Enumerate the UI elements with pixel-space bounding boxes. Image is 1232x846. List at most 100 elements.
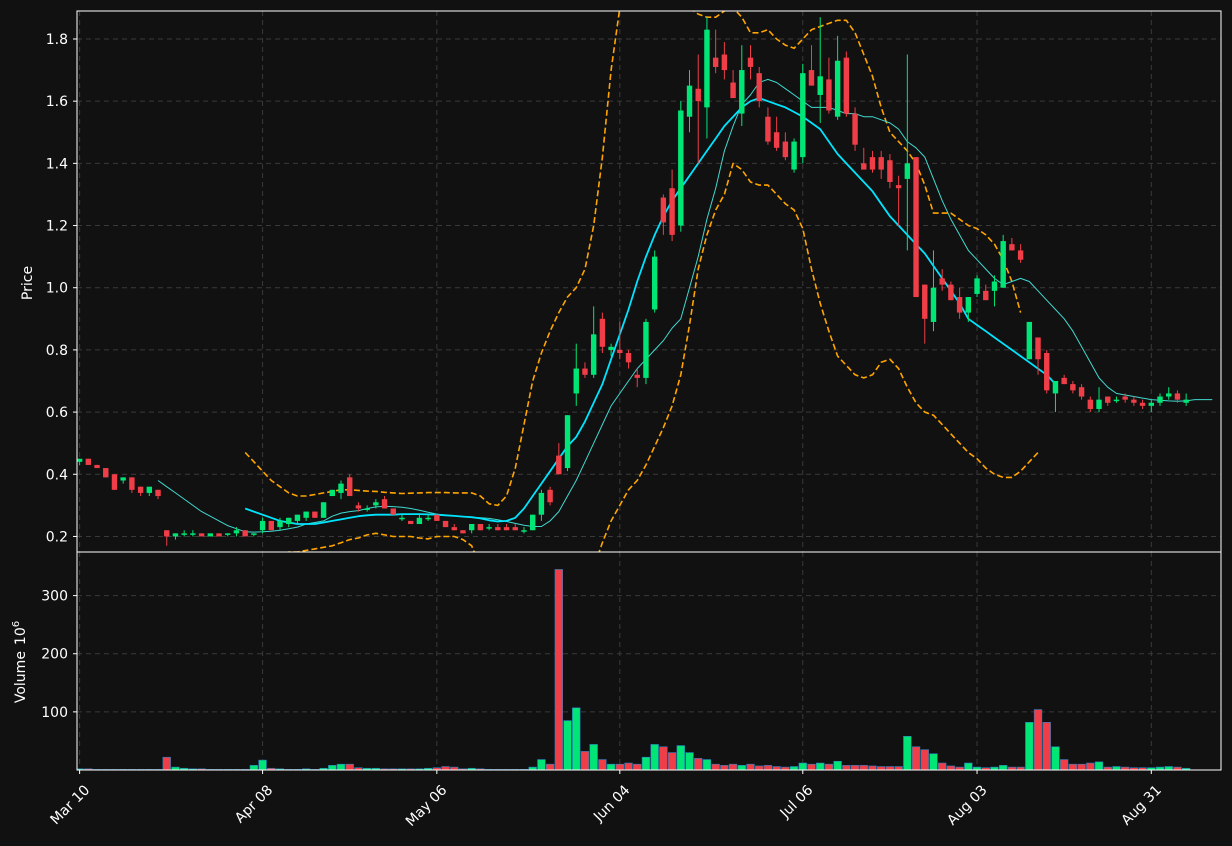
volume-bar [746, 763, 755, 770]
candle-body [347, 477, 353, 497]
volume-bar [877, 766, 886, 770]
candle-body [1009, 244, 1015, 251]
volume-bar [885, 766, 895, 770]
candle-body [922, 284, 928, 319]
candle-body [468, 524, 475, 531]
candle-body [625, 353, 632, 363]
candle-body [974, 278, 980, 294]
volume-bar [755, 765, 764, 770]
candle-body [111, 474, 118, 490]
volume-bar [441, 766, 450, 770]
candle-body [948, 284, 954, 301]
candle-body [137, 486, 144, 493]
candle-body [381, 499, 388, 509]
candle-body [582, 368, 588, 375]
candle-body [965, 297, 972, 313]
candle-body [320, 502, 327, 518]
stock-chart: 0.2 0.4 0.6 0.8 1.0 1.2 1.4 1.6 1.8 100 200 300 Ma… [0, 0, 1232, 842]
price-tick-label: 1.2 [46, 219, 68, 235]
candle-body [895, 185, 902, 189]
candle-body [503, 527, 510, 531]
volume-bar [833, 760, 842, 770]
candle-body [495, 527, 501, 531]
candle-body [834, 60, 841, 117]
candle-body [1070, 384, 1076, 391]
candle-body [1174, 393, 1181, 400]
candle-body [77, 458, 83, 462]
candle-body [434, 514, 440, 521]
candle-body [1044, 353, 1050, 391]
volume-bar [676, 745, 685, 770]
volume-bar [650, 744, 659, 770]
volume-bar [789, 766, 799, 770]
volume-bar [929, 753, 938, 770]
volume-bar [911, 746, 921, 770]
volume-bar [545, 763, 555, 770]
volume-bar [249, 765, 259, 770]
volume-bar [964, 762, 973, 770]
volume-axis-label-text: Volume [13, 651, 29, 703]
candle-body [573, 368, 579, 394]
chart-canvas: 0.20.40.60.81.01.21.41.61.8 100200300 Ma… [0, 0, 1232, 842]
candle-body [1122, 396, 1128, 400]
volume-axis-label: Volume 106 [11, 621, 29, 703]
candle-body [146, 486, 153, 493]
candle-body [259, 520, 266, 531]
candle-body [1096, 399, 1102, 409]
volume-bar [807, 763, 816, 770]
candle-body [887, 160, 893, 183]
candle-body [94, 464, 100, 469]
volume-tick-label: 200 [41, 647, 68, 663]
candle-body [1078, 387, 1085, 397]
candle-body [190, 533, 196, 535]
volume-bar [816, 762, 825, 770]
candle-body [408, 520, 414, 525]
candle-body [878, 157, 884, 170]
price-tick-label: 0.6 [46, 405, 68, 421]
candle-body [843, 57, 850, 114]
candle-body [913, 157, 919, 298]
candle-body [660, 197, 667, 223]
volume-bar [633, 763, 642, 770]
candle-body [617, 349, 623, 354]
candle-body [529, 514, 536, 531]
volume-bar [685, 752, 694, 770]
candle-body [1148, 402, 1154, 406]
candle-body [1035, 337, 1041, 360]
candle-body [181, 533, 187, 535]
candle-body [1139, 402, 1146, 406]
candle-body [172, 533, 179, 537]
candle-body [198, 533, 205, 537]
candle-body [1183, 399, 1189, 403]
volume-bar [554, 569, 563, 770]
candle-body [991, 281, 998, 291]
candle-body [608, 346, 614, 350]
volume-bar [624, 762, 633, 770]
candle-body [268, 520, 274, 531]
price-tick-label: 0.2 [46, 529, 68, 545]
volume-bar [589, 744, 598, 770]
volume-bar [850, 765, 860, 770]
candle-body [312, 511, 318, 518]
candle-body [373, 502, 379, 506]
candle-body [564, 415, 571, 469]
price-tick-label: 0.4 [46, 467, 68, 483]
candle-body [425, 517, 431, 520]
volume-bar [737, 765, 746, 770]
volume-bar [1060, 759, 1069, 770]
candle-body [451, 527, 457, 531]
volume-bar [711, 763, 720, 770]
candle-body [390, 508, 396, 515]
volume-bar [1051, 746, 1060, 770]
volume-bar [1077, 763, 1086, 770]
volume-bar [606, 763, 616, 770]
candle-body [103, 468, 109, 478]
volume-bar [946, 765, 956, 770]
price-tick-label: 0.8 [46, 343, 68, 359]
candle-body [869, 157, 876, 170]
candle-body [712, 57, 719, 67]
candle-body [791, 141, 797, 170]
candle-body [251, 533, 257, 535]
volume-bar [903, 735, 912, 770]
volume-bar [894, 766, 903, 770]
